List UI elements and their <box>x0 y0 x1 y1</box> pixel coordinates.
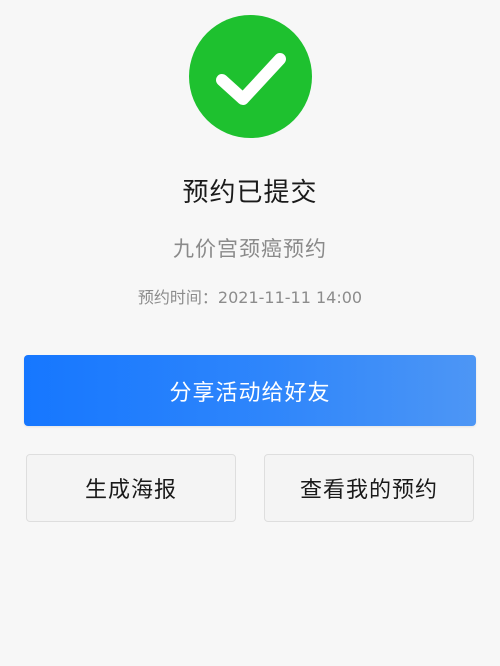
generate-poster-button[interactable]: 生成海报 <box>26 454 236 522</box>
appointment-time-label: 预约时间： <box>137 288 218 307</box>
status-title: 预约已提交 <box>182 178 318 208</box>
appointment-time-value: 2021-11-11 14:00 <box>217 288 363 307</box>
checkmark-icon <box>216 53 286 105</box>
share-button[interactable]: 分享活动给好友 <box>24 355 476 426</box>
appointment-time: 预约时间：2021-11-11 14:00 <box>0 284 500 308</box>
view-my-booking-button[interactable]: 查看我的预约 <box>264 454 474 522</box>
success-badge <box>189 15 312 138</box>
appointment-name: 九价宫颈癌预约 <box>173 237 327 261</box>
